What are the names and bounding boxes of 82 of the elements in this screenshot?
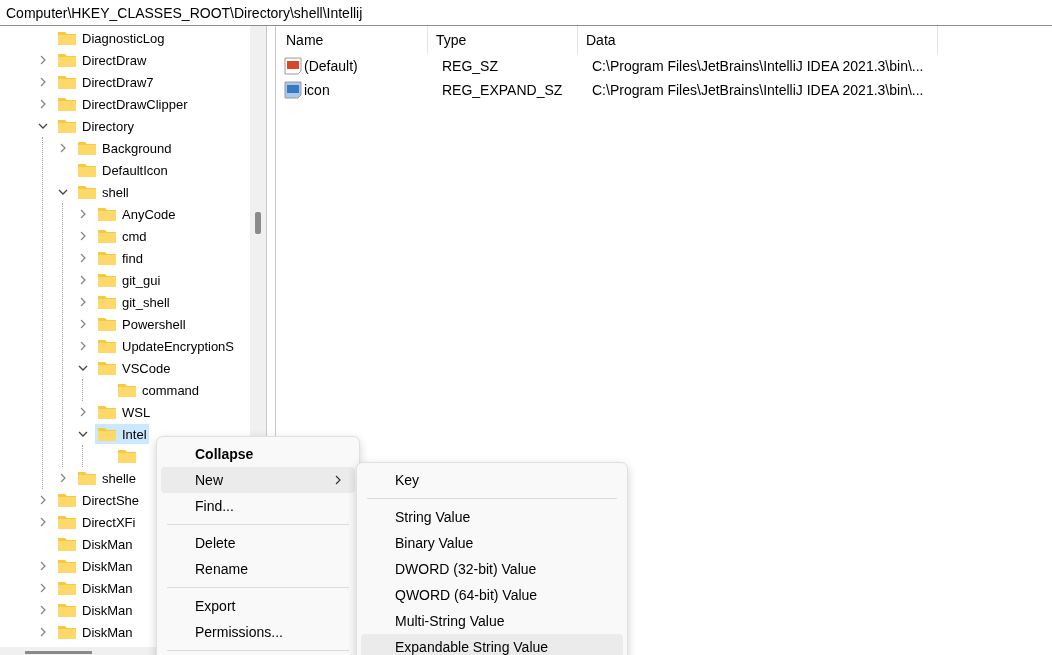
folder-icon <box>97 404 117 420</box>
tree-item[interactable]: git_shell <box>95 292 172 312</box>
folder-icon <box>97 250 117 266</box>
folder-icon <box>97 228 117 244</box>
menu-item[interactable]: New <box>161 467 355 493</box>
folder-icon <box>97 338 117 354</box>
folder-icon <box>57 624 77 640</box>
folder-icon <box>97 426 117 442</box>
table-cell-text: C:\Program Files\JetBrains\IntelliJ IDEA 2021.3\bin\... <box>591 58 925 74</box>
folder-icon <box>97 272 117 288</box>
folder-icon <box>57 602 77 618</box>
tree-item[interactable]: DirectDrawClipper <box>55 94 190 114</box>
column-header[interactable]: Data <box>578 26 938 54</box>
tree-item[interactable]: DiskMan <box>55 578 135 598</box>
tree-item[interactable]: DiagnosticLog <box>55 28 167 48</box>
tree-item[interactable]: DiskMan <box>55 600 135 620</box>
tree-item[interactable]: DirectDraw <box>55 50 149 70</box>
tree-item[interactable]: Intel <box>95 424 149 444</box>
chevron-right-icon <box>333 475 343 485</box>
menu-item[interactable]: Find... <box>161 493 355 519</box>
tree-item[interactable]: shelle <box>75 468 138 488</box>
tree-item[interactable]: UpdateEncryptionS <box>95 336 236 356</box>
folder-icon <box>57 118 77 134</box>
tree-item[interactable]: AnyCode <box>95 204 178 224</box>
tree-item[interactable]: Powershell <box>95 314 188 334</box>
table-cell-text: REG_SZ <box>441 58 499 74</box>
tree-item[interactable]: DirectShe <box>55 490 142 510</box>
folder-icon <box>57 30 77 46</box>
tree-item[interactable]: Directory <box>55 116 136 136</box>
column-header[interactable]: Name <box>278 26 428 54</box>
folder-icon <box>97 316 117 332</box>
folder-icon <box>77 162 97 178</box>
menu-item[interactable]: Delete <box>161 530 355 556</box>
address-path[interactable]: Computer\HKEY_CLASSES_ROOT\Directory\shell\Intellij <box>6 4 363 21</box>
menu-item[interactable]: Binary Value <box>361 530 623 556</box>
folder-icon <box>57 514 77 530</box>
menu-item[interactable]: String Value <box>361 504 623 530</box>
folder-icon <box>57 580 77 596</box>
folder-icon <box>97 294 117 310</box>
folder-icon <box>57 536 77 552</box>
tree-item[interactable]: DiskMan <box>55 622 135 642</box>
menu-item[interactable]: Permissions... <box>161 619 355 645</box>
table-cell-text: C:\Program Files\JetBrains\IntelliJ IDEA 2021.3\bin\... <box>591 82 925 98</box>
value-name: (Default) <box>304 58 358 74</box>
tree-item[interactable]: Background <box>75 138 174 158</box>
tree-item[interactable]: DiskMan <box>55 556 135 576</box>
tree-item[interactable]: WSL <box>95 402 153 422</box>
tree-item[interactable]: command <box>115 380 202 400</box>
folder-icon <box>97 206 117 222</box>
folder-icon <box>117 448 137 464</box>
menu-item[interactable]: Key <box>361 467 623 493</box>
tree-item[interactable]: DiskMan <box>55 534 135 554</box>
folder-icon <box>117 382 137 398</box>
value-name: icon <box>304 82 330 98</box>
string-value-icon <box>284 57 302 75</box>
tree-item[interactable]: git_gui <box>95 270 163 290</box>
folder-icon <box>57 74 77 90</box>
folder-icon <box>57 558 77 574</box>
menu-item[interactable]: DWORD (32-bit) Value <box>361 556 623 582</box>
tree-item[interactable]: shell <box>75 182 131 202</box>
folder-icon <box>57 96 77 112</box>
tree-item[interactable]: DirectXFi <box>55 512 138 532</box>
menu-item[interactable]: QWORD (64-bit) Value <box>361 582 623 608</box>
menu-item[interactable]: Export <box>161 593 355 619</box>
menu-item[interactable]: Collapse <box>161 441 355 467</box>
menu-item[interactable]: Multi-String Value <box>361 608 623 634</box>
column-header[interactable]: Type <box>428 26 578 54</box>
folder-icon <box>77 470 97 486</box>
tree-item[interactable]: cmd <box>95 226 149 246</box>
folder-icon <box>57 492 77 508</box>
tree-item[interactable]: find <box>95 248 145 268</box>
table-cell-text: REG_EXPAND_SZ <box>441 82 564 98</box>
tree-item[interactable]: DirectDraw7 <box>55 72 156 92</box>
folder-icon <box>57 52 77 68</box>
menu-item[interactable]: Rename <box>161 556 355 582</box>
menu-item[interactable]: Expandable String Value <box>361 634 623 655</box>
tree-item[interactable]: VSCode <box>95 358 173 378</box>
folder-icon <box>77 184 97 200</box>
folder-icon <box>97 360 117 376</box>
tree-item[interactable]: DefaultIcon <box>75 160 170 180</box>
folder-icon <box>77 140 97 156</box>
expandable-value-icon <box>284 81 302 99</box>
